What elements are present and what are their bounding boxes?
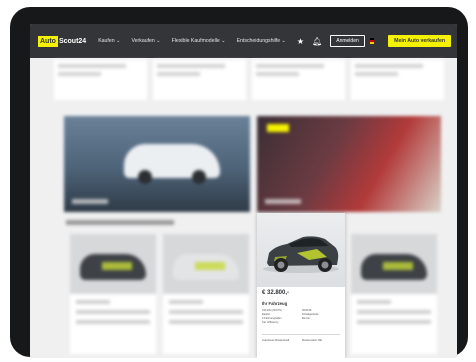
specs-left: 150 kW (204 PS) Elektro 3 Fahrzeughalter… <box>262 309 302 325</box>
spec-line: Benzin <box>302 317 310 320</box>
suv-illustration <box>263 236 339 273</box>
car-image <box>124 144 220 184</box>
sell-car-button[interactable]: Mein Auto verkaufen <box>388 35 451 47</box>
top-card[interactable] <box>351 60 444 100</box>
menu-item-entscheidungshilfe-label: Entscheidungshilfe <box>236 38 281 44</box>
car-photo <box>257 213 345 287</box>
listing-vehicle-type: Ihr Fahrzeug <box>262 301 288 306</box>
menu-item-flexible-label: Flexible Kaufmodelle <box>171 38 220 44</box>
top-navigation: Auto Scout24 Kaufen ⌄ Verkaufen ⌄ Flexib… <box>30 24 457 58</box>
listing-location: Musterstadt, DE <box>302 338 323 342</box>
autoscout24-logo[interactable]: Auto Scout24 <box>38 35 87 47</box>
menu-item-entscheidungshilfe[interactable]: Entscheidungshilfe ⌄ <box>237 38 286 44</box>
listing-specs: 150 kW (204 PS) Elektro 3 Fahrzeughalter… <box>262 309 342 325</box>
logo-auto-text: Auto <box>38 35 58 47</box>
card-divider <box>262 334 340 335</box>
menu-item-kaufen-label: Kaufen <box>98 38 115 44</box>
main-menu: Kaufen ⌄ Verkaufen ⌄ Flexible Kaufmodell… <box>98 38 297 44</box>
listing-seller: Autohaus Musterstadt <box>262 338 290 342</box>
specs-right: 05/2019 Schaltgetriebe Benzin <box>302 309 342 325</box>
german-flag-icon[interactable] <box>369 38 375 44</box>
logo-scout-text: Scout24 <box>58 37 87 45</box>
section-heading <box>66 220 174 225</box>
listing-card[interactable] <box>351 234 437 354</box>
promo-tag <box>267 124 289 132</box>
tablet-frame: Auto Scout24 Kaufen ⌄ Verkaufen ⌄ Flexib… <box>10 7 468 358</box>
menu-item-kaufen[interactable]: Kaufen ⌄ <box>98 38 120 44</box>
menu-item-verkaufen[interactable]: Verkaufen ⌄ <box>131 38 160 44</box>
screen: Auto Scout24 Kaufen ⌄ Verkaufen ⌄ Flexib… <box>30 24 457 358</box>
star-icon[interactable]: ★ <box>297 37 304 46</box>
listing-card[interactable] <box>163 234 249 354</box>
bell-icon[interactable]: 🔔︎ <box>312 37 322 46</box>
header-icons: ★ 🔔︎ <box>297 37 330 46</box>
listing-price: € 32.800,- <box>262 290 290 296</box>
top-card[interactable] <box>252 60 345 100</box>
top-cards-row <box>54 60 444 100</box>
spec-line: Kat. Efficiency <box>262 321 279 324</box>
menu-item-verkaufen-label: Verkaufen <box>131 38 155 44</box>
featured-listing-card[interactable]: € 32.800,- Ihr Fahrzeug 150 kW (204 PS) … <box>257 213 345 358</box>
login-button[interactable]: Anmelden <box>330 35 365 47</box>
menu-item-flexible-kaufmodelle[interactable]: Flexible Kaufmodelle ⌄ <box>172 38 226 44</box>
promo-banner-left[interactable] <box>64 116 250 212</box>
top-card[interactable] <box>54 60 147 100</box>
promo-banner-right[interactable] <box>257 116 441 212</box>
top-card[interactable] <box>153 60 246 100</box>
listing-card[interactable] <box>70 234 156 354</box>
